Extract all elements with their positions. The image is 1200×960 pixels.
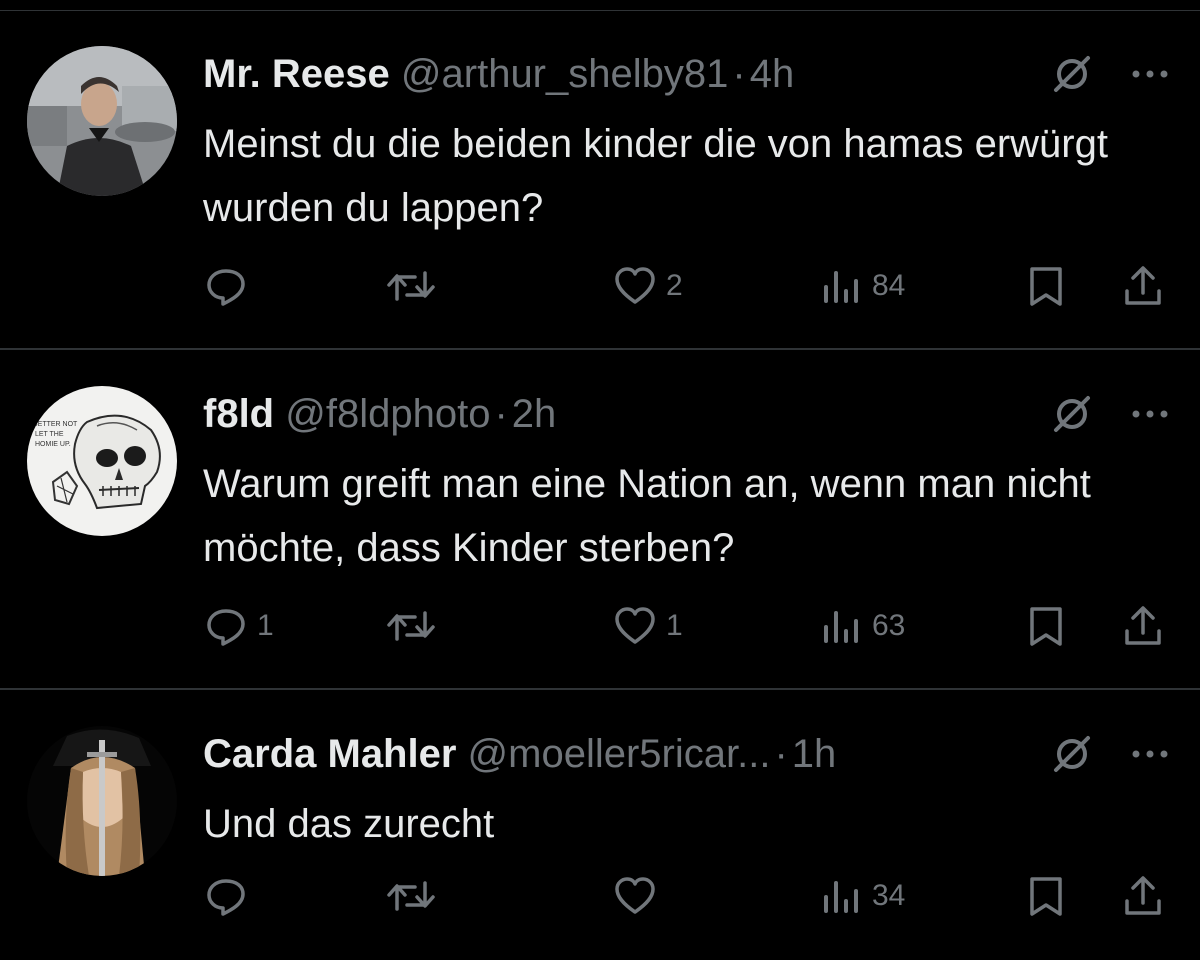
user-handle[interactable]: @moeller5ricar... <box>468 732 771 776</box>
retweet-button[interactable] <box>385 596 445 656</box>
heart-icon <box>615 607 655 644</box>
views-button[interactable]: 63 <box>820 596 905 656</box>
separator-dot: · <box>494 392 508 436</box>
reply-count: 1 <box>257 609 274 642</box>
views-icon <box>824 881 858 913</box>
share-button[interactable] <box>1120 866 1166 926</box>
heart-icon <box>615 267 655 304</box>
tweet-text: Meinst du die beiden kinder die von hama… <box>203 122 1108 230</box>
retweet-icon <box>387 271 435 301</box>
tweet-actions: 34 <box>0 866 1200 926</box>
views-icon <box>824 271 858 303</box>
more-icon[interactable] <box>1130 407 1170 425</box>
share-icon <box>1125 606 1161 645</box>
svg-text:BETTER NOT: BETTER NOT <box>33 421 78 428</box>
like-count: 1 <box>666 609 683 642</box>
avatar-photo-man <box>27 46 177 196</box>
tweet-header: f8ld @f8ldphoto · 2h <box>203 390 556 438</box>
share-button[interactable] <box>1120 596 1166 656</box>
like-button[interactable] <box>612 866 666 926</box>
timestamp[interactable]: 2h <box>512 392 557 436</box>
svg-text:HOMIE UP.: HOMIE UP. <box>35 441 71 448</box>
svg-text:LET THE: LET THE <box>35 431 64 438</box>
like-count: 2 <box>666 269 683 302</box>
tweet[interactable]: BETTER NOT LET THE HOMIE UP. f8ld @f8ldp… <box>0 352 1200 690</box>
divider <box>0 348 1200 350</box>
timestamp[interactable]: 4h <box>750 52 795 96</box>
tweet-menu <box>1050 52 1170 100</box>
tweet-actions: 2 84 <box>0 256 1200 316</box>
views-icon <box>824 611 858 643</box>
views-button[interactable]: 84 <box>820 256 905 316</box>
divider <box>0 10 1200 11</box>
grok-icon[interactable] <box>1050 392 1094 441</box>
divider <box>0 688 1200 690</box>
user-handle[interactable]: @arthur_shelby81 <box>401 52 728 96</box>
share-icon <box>1125 876 1161 915</box>
reply-button[interactable]: 1 <box>203 596 274 656</box>
view-count: 84 <box>872 269 906 302</box>
reply-icon <box>207 269 245 306</box>
like-button[interactable]: 2 <box>612 256 683 316</box>
view-count: 34 <box>872 879 906 912</box>
bookmark-icon <box>1030 607 1062 646</box>
retweet-icon <box>387 881 435 911</box>
share-icon <box>1125 266 1161 305</box>
display-name[interactable]: f8ld <box>203 392 274 436</box>
separator-dot: · <box>732 52 746 96</box>
tweet-header: Carda Mahler @moeller5ricar... · 1h <box>203 730 836 778</box>
retweet-button[interactable] <box>385 256 445 316</box>
retweet-icon <box>387 611 435 641</box>
tweet-menu <box>1050 392 1170 440</box>
bookmark-button[interactable] <box>1024 866 1070 926</box>
bookmark-button[interactable] <box>1024 596 1070 656</box>
tweet-actions: 1 1 63 <box>0 596 1200 656</box>
views-button[interactable]: 34 <box>820 866 905 926</box>
heart-icon <box>615 877 655 914</box>
timestamp[interactable]: 1h <box>792 732 837 776</box>
tweet[interactable]: Carda Mahler @moeller5ricar... · 1h Und da… <box>0 692 1200 960</box>
grok-icon[interactable] <box>1050 52 1094 101</box>
grok-icon[interactable] <box>1050 732 1094 781</box>
reply-button[interactable] <box>203 866 257 926</box>
share-button[interactable] <box>1120 256 1166 316</box>
retweet-button[interactable] <box>385 866 445 926</box>
user-handle[interactable]: @f8ldphoto <box>285 392 490 436</box>
tweet-header: Mr. Reese @arthur_shelby81 · 4h <box>203 50 794 98</box>
bookmark-icon <box>1030 267 1062 306</box>
reply-icon <box>207 879 245 916</box>
more-icon[interactable] <box>1130 67 1170 85</box>
more-icon[interactable] <box>1130 747 1170 765</box>
tweet[interactable]: Mr. Reese @arthur_shelby81 · 4h Meinst du … <box>0 12 1200 350</box>
avatar-skull-drawing: BETTER NOT LET THE HOMIE UP. <box>27 386 177 536</box>
avatar-photo-woman-sword <box>27 726 177 876</box>
avatar[interactable]: BETTER NOT LET THE HOMIE UP. <box>27 386 177 536</box>
display-name[interactable]: Mr. Reese <box>203 52 390 96</box>
display-name[interactable]: Carda Mahler <box>203 732 456 776</box>
avatar[interactable] <box>27 46 177 196</box>
bookmark-icon <box>1030 877 1062 916</box>
reply-button[interactable] <box>203 256 257 316</box>
tweet-feed: Mr. Reese @arthur_shelby81 · 4h Meinst du … <box>0 0 1200 960</box>
bookmark-button[interactable] <box>1024 256 1070 316</box>
separator-dot: · <box>774 732 788 776</box>
avatar[interactable] <box>27 726 177 876</box>
reply-icon <box>207 609 245 646</box>
tweet-menu <box>1050 732 1170 780</box>
tweet-text: Und das zurecht <box>203 802 495 846</box>
tweet-text: Warum greift man eine Nation an, wenn ma… <box>203 462 1091 570</box>
like-button[interactable]: 1 <box>612 596 683 656</box>
view-count: 63 <box>872 609 906 642</box>
